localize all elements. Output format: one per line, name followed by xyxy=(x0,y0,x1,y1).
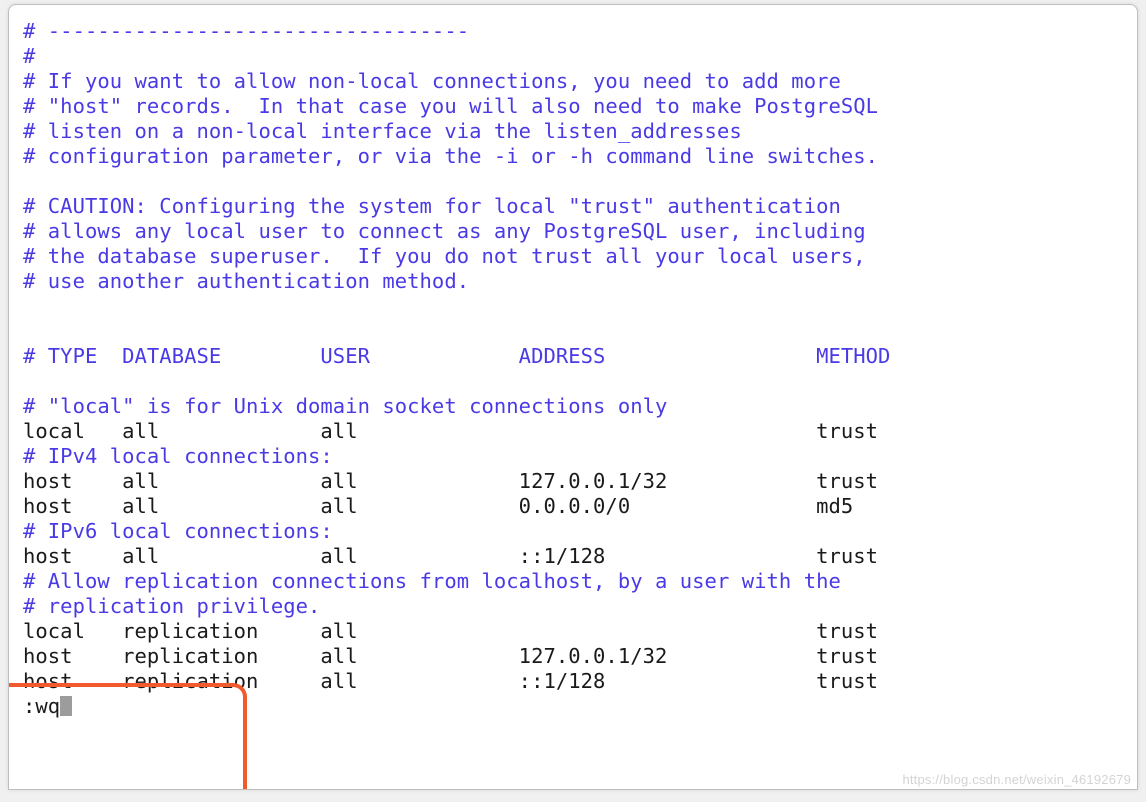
editor-line: host replication all 127.0.0.1/32 trust xyxy=(23,644,878,668)
editor-line: # listen on a non-local interface via th… xyxy=(23,119,742,143)
editor-line: host all all 0.0.0.0/0 md5 xyxy=(23,494,853,518)
editor-line: # allows any local user to connect as an… xyxy=(23,219,866,243)
editor-line: # IPv6 local connections: xyxy=(23,519,333,543)
editor-line: local all all trust xyxy=(23,419,878,443)
watermark-text: https://blog.csdn.net/weixin_46192679 xyxy=(902,772,1131,787)
editor-area[interactable]: # ---------------------------------- # #… xyxy=(9,5,1137,719)
editor-line: host replication all ::1/128 trust xyxy=(23,669,878,693)
editor-line: host all all 127.0.0.1/32 trust xyxy=(23,469,878,493)
vim-command-line[interactable]: :wq xyxy=(23,694,60,718)
editor-line: # use another authentication method. xyxy=(23,269,469,293)
editor-line: host all all ::1/128 trust xyxy=(23,544,878,568)
editor-line: # configuration parameter, or via the -i… xyxy=(23,144,878,168)
editor-line: local replication all trust xyxy=(23,619,878,643)
terminal-window: # ---------------------------------- # #… xyxy=(8,4,1138,790)
editor-line: # xyxy=(23,44,35,68)
editor-line: # "local" is for Unix domain socket conn… xyxy=(23,394,667,418)
editor-line: # the database superuser. If you do not … xyxy=(23,244,866,268)
cursor-block xyxy=(60,696,72,716)
editor-line: # ---------------------------------- xyxy=(23,19,469,43)
editor-line: # If you want to allow non-local connect… xyxy=(23,69,841,93)
editor-line: # TYPE DATABASE USER ADDRESS METHOD xyxy=(23,344,890,368)
editor-line: # replication privilege. xyxy=(23,594,320,618)
editor-line: # IPv4 local connections: xyxy=(23,444,333,468)
editor-line: # CAUTION: Configuring the system for lo… xyxy=(23,194,841,218)
editor-line: # Allow replication connections from loc… xyxy=(23,569,841,593)
editor-line: # "host" records. In that case you will … xyxy=(23,94,878,118)
